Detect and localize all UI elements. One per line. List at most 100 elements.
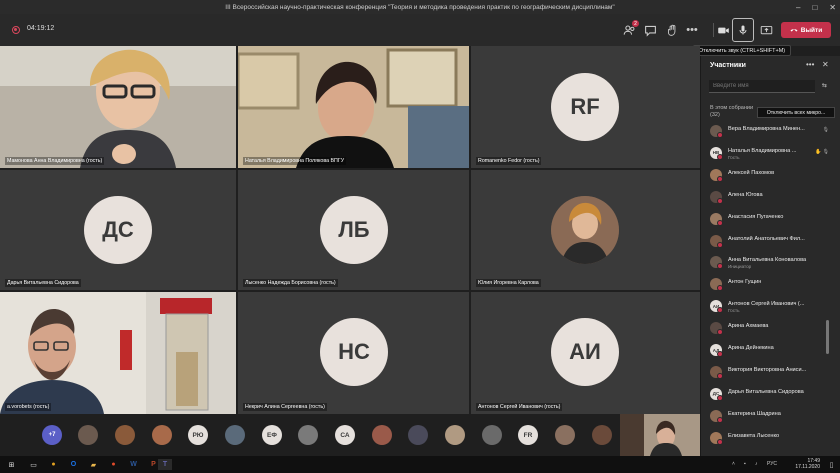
video-tile[interactable]: ДС Дарья Витальевна Сидорова xyxy=(0,170,236,290)
participant-avatar: ДС xyxy=(84,196,152,264)
participant-avatar xyxy=(710,234,723,248)
notifications-icon[interactable]: ▯ xyxy=(826,459,837,470)
windows-start-icon[interactable]: ⊞ xyxy=(6,459,17,470)
video-tile[interactable]: НС Некрич Алина Сергеевна (гость) xyxy=(238,292,469,414)
participant-name: Некрич Алина Сергеевна (гость) xyxy=(243,403,327,411)
self-view-thumbnail[interactable] xyxy=(620,414,700,456)
participant-row[interactable]: АИ Антонов Сергей Иванович (... Гость xyxy=(701,295,840,315)
close-icon[interactable]: ✕ xyxy=(829,3,836,12)
participant-avatar xyxy=(710,322,723,336)
task-view-icon[interactable]: ▭ xyxy=(28,459,39,470)
participant-name: Romanenko Fedor (гость) xyxy=(476,157,542,165)
participant-video xyxy=(238,46,469,168)
strip-avatar[interactable]: РЮ xyxy=(188,425,208,445)
teams-icon[interactable]: T xyxy=(158,459,172,470)
input-language[interactable]: РУС xyxy=(767,461,777,467)
panel-close-icon[interactable]: ✕ xyxy=(822,60,829,69)
video-tile[interactable]: ЛБ Лысенко Надежда Борисовна (гость) xyxy=(238,170,469,290)
maximize-icon[interactable]: □ xyxy=(812,3,817,12)
strip-avatar[interactable] xyxy=(78,425,98,445)
windows-taskbar: ⊞ ▭ ● O ▰ ● W P T ˄ ▪ ♪ РУС 17:49 17.11.… xyxy=(0,456,840,473)
strip-avatar[interactable]: СА xyxy=(335,425,355,445)
video-tile[interactable]: Мамонова Анна Владимировна (гость) xyxy=(0,46,236,168)
video-tile[interactable]: АИ Антонов Сергей Иванович (гость) xyxy=(471,292,700,414)
participant-row[interactable]: АД Арина Дейнекина xyxy=(701,339,840,359)
microphone-icon[interactable]: 🎙 xyxy=(823,127,829,133)
participant-name: Анатолий Анатольевич Фил... xyxy=(728,235,805,242)
strip-avatar[interactable] xyxy=(592,425,612,445)
leave-button[interactable]: Выйти xyxy=(781,22,831,38)
panel-title: Участники xyxy=(710,62,746,69)
more-participants-button[interactable]: +7 xyxy=(42,425,62,445)
minimize-icon[interactable]: – xyxy=(796,3,800,12)
participant-name: Антонов Сергей Иванович (гость) xyxy=(476,403,563,411)
participant-row[interactable]: Анна Витальевна Коновалова Инициатор xyxy=(701,251,840,271)
strip-avatar[interactable] xyxy=(482,425,502,445)
file-explorer-icon[interactable]: ▰ xyxy=(88,459,99,470)
chat-button[interactable] xyxy=(641,21,659,39)
section-header[interactable]: В этом собрании (32) xyxy=(710,105,753,119)
strip-avatar[interactable] xyxy=(298,425,318,445)
participant-role: Инициатор xyxy=(728,264,752,270)
clock-date: 17.11.2020 xyxy=(795,464,820,470)
participant-role: Гость xyxy=(728,154,740,160)
meeting-timer: 04:19:12 xyxy=(27,25,55,32)
strip-avatar[interactable] xyxy=(445,425,465,445)
camera-button[interactable] xyxy=(714,21,732,39)
strip-avatar[interactable]: FR xyxy=(518,425,538,445)
participant-name: Дарья Витальевна Сидорова xyxy=(728,388,804,395)
panel-scrollbar[interactable] xyxy=(826,320,829,354)
strip-avatar[interactable] xyxy=(555,425,575,445)
participant-row[interactable]: Анастасия Пугаченко xyxy=(701,208,840,228)
participant-name: Дарья Витальевна Сидорова xyxy=(5,279,81,287)
strip-avatar[interactable]: ЕФ xyxy=(262,425,282,445)
participant-row[interactable]: Алена Югова xyxy=(701,186,840,206)
outlook-icon[interactable]: O xyxy=(68,459,79,470)
raise-hand-button[interactable] xyxy=(663,21,681,39)
raise-hand-icon xyxy=(667,24,675,36)
network-icon[interactable]: ▪ xyxy=(744,461,746,467)
video-tile[interactable]: RF Romanenko Fedor (гость) xyxy=(471,46,700,168)
leave-label: Выйти xyxy=(800,26,823,34)
video-tile[interactable]: Юлия Игоревна Карлова xyxy=(471,170,700,290)
word-icon[interactable]: W xyxy=(128,459,139,470)
participant-name: Екатерина Шадрина xyxy=(728,410,781,417)
window-titlebar: III Всероссийская научно-практическая ко… xyxy=(0,0,840,14)
share-invite-icon[interactable]: ⇆ xyxy=(822,82,827,89)
strip-avatar[interactable] xyxy=(372,425,392,445)
chrome-icon[interactable]: ● xyxy=(48,459,59,470)
share-screen-button[interactable] xyxy=(757,21,775,39)
panel-more-icon[interactable]: ••• xyxy=(806,60,814,69)
strip-avatar[interactable] xyxy=(408,425,428,445)
participant-name: a.vorobets (гость) xyxy=(5,403,52,411)
participant-row[interactable]: Елизавета Лысенко xyxy=(701,427,840,447)
participant-row[interactable]: Анатолий Анатольевич Фил... xyxy=(701,230,840,250)
system-clock[interactable]: 17:49 17.11.2020 xyxy=(795,458,820,470)
mute-all-button[interactable]: Отключить всех микро... xyxy=(757,107,835,118)
strip-avatar[interactable] xyxy=(152,425,172,445)
participant-row[interactable]: Екатерина Шадрина xyxy=(701,405,840,425)
participant-row[interactable]: Вера Владимировна Минен... 🎙 xyxy=(701,120,840,140)
more-actions-button[interactable]: ••• xyxy=(683,21,701,39)
strip-avatar[interactable] xyxy=(115,425,135,445)
participant-row[interactable]: Виктория Викторовна Аниси... xyxy=(701,361,840,381)
participant-row[interactable]: Антон Гущин xyxy=(701,273,840,293)
participant-row[interactable]: Арина Ахмаева xyxy=(701,317,840,337)
participant-row[interactable]: НВ Наталья Владимировна ... Гость ✋ 🎙 xyxy=(701,142,840,162)
participant-search-input[interactable] xyxy=(709,80,815,93)
participant-row[interactable]: ДС Дарья Витальевна Сидорова xyxy=(701,383,840,403)
raised-hand-icon[interactable]: ✋ 🎙 xyxy=(815,149,829,155)
participants-button[interactable]: 2 xyxy=(620,20,639,39)
tray-chevron-icon[interactable]: ˄ xyxy=(732,461,735,467)
participant-row[interactable]: Алексей Пахомов xyxy=(701,164,840,184)
strip-avatar[interactable] xyxy=(225,425,245,445)
video-tile[interactable]: Наталья Владимировна Полякова ВПГУ xyxy=(238,46,469,168)
volume-icon[interactable]: ♪ xyxy=(755,461,758,467)
yandex-icon[interactable]: ● xyxy=(108,459,119,470)
participant-name: Елизавета Лысенко xyxy=(728,432,780,439)
microphone-icon xyxy=(739,25,747,35)
mic-button[interactable] xyxy=(732,18,754,42)
participant-avatar xyxy=(710,365,723,379)
video-tile[interactable]: a.vorobets (гость) xyxy=(0,292,236,414)
participant-name: Наталья Владимировна Полякова ВПГУ xyxy=(243,157,347,165)
